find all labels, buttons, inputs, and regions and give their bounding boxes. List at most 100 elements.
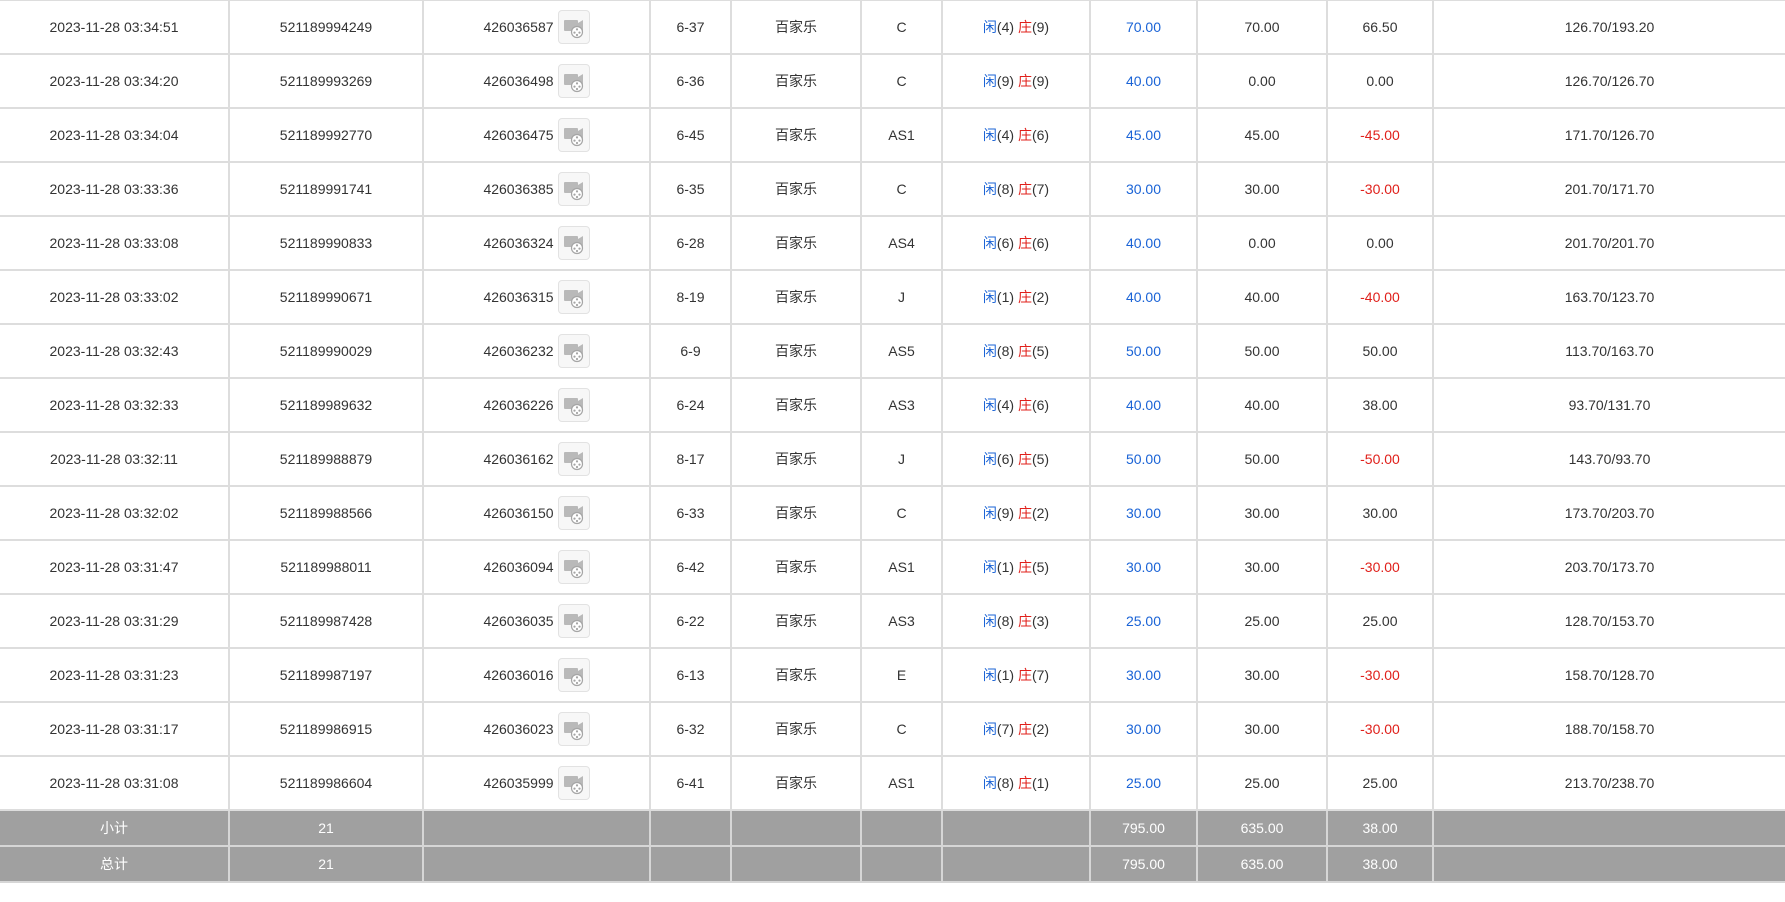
win-loss: 0.00 (1326, 53, 1434, 109)
player-points: (9) (996, 73, 1015, 89)
win-loss: 66.50 (1326, 0, 1434, 55)
round-cell: 426036587 (422, 0, 651, 55)
balance-change: 201.70/171.70 (1432, 161, 1785, 217)
banker-label: 庄 (1017, 19, 1032, 35)
valid-amount: 50.00 (1196, 323, 1328, 379)
video-replay-icon[interactable] (557, 226, 590, 260)
valid-amount: 50.00 (1196, 431, 1328, 487)
bet-id: 521189990029 (228, 323, 424, 379)
bet-id: 521189993269 (228, 53, 424, 109)
table-row: 2023-11-28 03:31:29 521189987428 4260360… (0, 593, 1785, 649)
bet-id: 521189986915 (228, 701, 424, 757)
banker-points: (9) (1031, 73, 1050, 89)
video-replay-icon[interactable] (557, 442, 590, 476)
video-replay-icon[interactable] (557, 604, 590, 638)
valid-amount: 25.00 (1196, 593, 1328, 649)
table-row: 2023-11-28 03:34:51 521189994249 4260365… (0, 0, 1785, 55)
video-replay-icon[interactable] (557, 64, 590, 98)
banker-points: (3) (1031, 613, 1050, 629)
table-code: C (860, 701, 943, 757)
player-points: (8) (996, 181, 1015, 197)
game-type: 百家乐 (730, 53, 862, 109)
round-cell: 426036094 (422, 539, 651, 595)
valid-amount: 30.00 (1196, 539, 1328, 595)
summary-body: 小计 21 795.00 635.00 38.00 总计 21 795.00 6… (0, 809, 1785, 883)
bet-amount: 70.00 (1089, 0, 1198, 55)
round-cell: 426036150 (422, 485, 651, 541)
banker-points: (5) (1031, 451, 1050, 467)
round-id: 426036035 (483, 613, 554, 629)
round-id: 426036016 (483, 667, 554, 683)
shoe-round: 6-9 (649, 323, 732, 379)
game-type: 百家乐 (730, 323, 862, 379)
table-row: 2023-11-28 03:34:20 521189993269 4260364… (0, 53, 1785, 109)
player-points: (4) (996, 397, 1015, 413)
balance-change: 126.70/126.70 (1432, 53, 1785, 109)
table-code: AS3 (860, 593, 943, 649)
player-label: 闲 (982, 397, 997, 413)
game-type: 百家乐 (730, 0, 862, 55)
shoe-round: 6-45 (649, 107, 732, 163)
round-cell: 426035999 (422, 755, 651, 811)
bet-id: 521189988011 (228, 539, 424, 595)
result-cell: 闲(6) 庄(6) (941, 215, 1091, 271)
video-replay-icon[interactable] (557, 280, 590, 314)
banker-points: (1) (1031, 775, 1050, 791)
round-cell: 426036498 (422, 53, 651, 109)
balance-change: 128.70/153.70 (1432, 593, 1785, 649)
shoe-round: 6-36 (649, 53, 732, 109)
subtotal-valid: 635.00 (1196, 809, 1328, 847)
video-replay-icon[interactable] (557, 712, 590, 746)
shoe-round: 6-22 (649, 593, 732, 649)
round-cell: 426036162 (422, 431, 651, 487)
bet-time: 2023-11-28 03:31:08 (0, 755, 230, 811)
banker-label: 庄 (1017, 235, 1032, 251)
player-points: (1) (996, 559, 1015, 575)
player-points: (8) (996, 775, 1015, 791)
video-replay-icon[interactable] (557, 658, 590, 692)
video-replay-icon[interactable] (557, 496, 590, 530)
player-label: 闲 (982, 505, 997, 521)
video-replay-icon[interactable] (557, 550, 590, 584)
win-loss: 0.00 (1326, 215, 1434, 271)
video-replay-icon[interactable] (557, 388, 590, 422)
table-row: 2023-11-28 03:33:08 521189990833 4260363… (0, 215, 1785, 271)
video-replay-icon[interactable] (557, 766, 590, 800)
video-replay-icon[interactable] (557, 334, 590, 368)
bet-time: 2023-11-28 03:33:02 (0, 269, 230, 325)
round-id: 426036587 (483, 19, 554, 35)
round-cell: 426036016 (422, 647, 651, 703)
valid-amount: 30.00 (1196, 701, 1328, 757)
bet-time: 2023-11-28 03:34:04 (0, 107, 230, 163)
round-id: 426036232 (483, 343, 554, 359)
video-replay-icon[interactable] (557, 10, 590, 44)
player-label: 闲 (982, 19, 997, 35)
bet-id: 521189994249 (228, 0, 424, 55)
banker-points: (7) (1031, 667, 1050, 683)
win-loss: -30.00 (1326, 161, 1434, 217)
bet-id: 521189987197 (228, 647, 424, 703)
valid-amount: 70.00 (1196, 0, 1328, 55)
win-loss: -30.00 (1326, 539, 1434, 595)
win-loss: -45.00 (1326, 107, 1434, 163)
win-loss: -30.00 (1326, 647, 1434, 703)
balance-change: 213.70/238.70 (1432, 755, 1785, 811)
shoe-round: 6-13 (649, 647, 732, 703)
balance-change: 171.70/126.70 (1432, 107, 1785, 163)
banker-points: (6) (1031, 127, 1050, 143)
total-label: 总计 (0, 845, 230, 883)
table-row: 2023-11-28 03:32:11 521189988879 4260361… (0, 431, 1785, 487)
video-replay-icon[interactable] (557, 118, 590, 152)
table-code: AS1 (860, 107, 943, 163)
player-points: (1) (996, 289, 1015, 305)
bet-id: 521189991741 (228, 161, 424, 217)
banker-label: 庄 (1017, 505, 1032, 521)
table-row: 2023-11-28 03:33:02 521189990671 4260363… (0, 269, 1785, 325)
player-points: (4) (996, 19, 1015, 35)
bet-amount: 40.00 (1089, 53, 1198, 109)
bet-time: 2023-11-28 03:34:20 (0, 53, 230, 109)
round-id: 426036094 (483, 559, 554, 575)
round-cell: 426036035 (422, 593, 651, 649)
video-replay-icon[interactable] (557, 172, 590, 206)
balance-change: 93.70/131.70 (1432, 377, 1785, 433)
